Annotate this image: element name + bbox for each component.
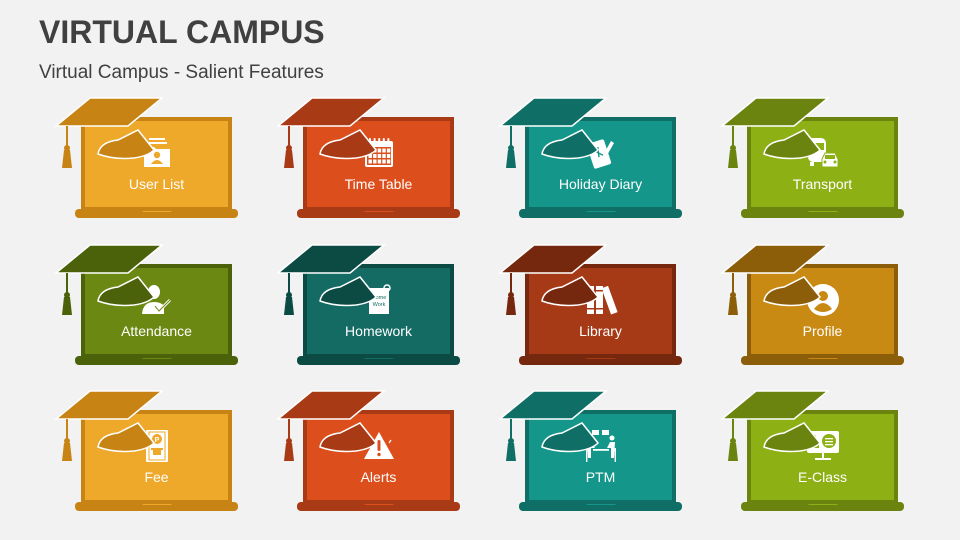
page-title: VIRTUAL CAMPUS [39,14,325,50]
graduation-cap-icon [719,94,831,184]
graduation-cap-icon [275,94,387,184]
feature-card-e-class: E-Class [719,387,910,517]
graduation-cap-icon [275,241,387,331]
graduation-cap-icon [497,387,609,477]
graduation-cap-icon [719,241,831,331]
feature-card-attendance: Attendance [53,241,244,371]
feature-card-alerts: Alerts [275,387,466,517]
feature-card-time-table: Time Table [275,94,466,224]
graduation-cap-icon [53,241,165,331]
graduation-cap-icon [497,241,609,331]
graduation-cap-icon [497,94,609,184]
graduation-cap-icon [53,387,165,477]
feature-card-fee: P Fee [53,387,244,517]
feature-card-user-list: User List [53,94,244,224]
feature-card-ptm: PTM [497,387,688,517]
graduation-cap-icon [53,94,165,184]
feature-card-homework: Home Work Homework [275,241,466,371]
graduation-cap-icon [275,387,387,477]
graduation-cap-icon [719,387,831,477]
feature-card-holiday-diary: Holiday Diary [497,94,688,224]
feature-card-profile: Profile [719,241,910,371]
feature-card-library: Library [497,241,688,371]
page-subtitle: Virtual Campus - Salient Features [39,62,324,83]
feature-card-transport: Transport [719,94,910,224]
